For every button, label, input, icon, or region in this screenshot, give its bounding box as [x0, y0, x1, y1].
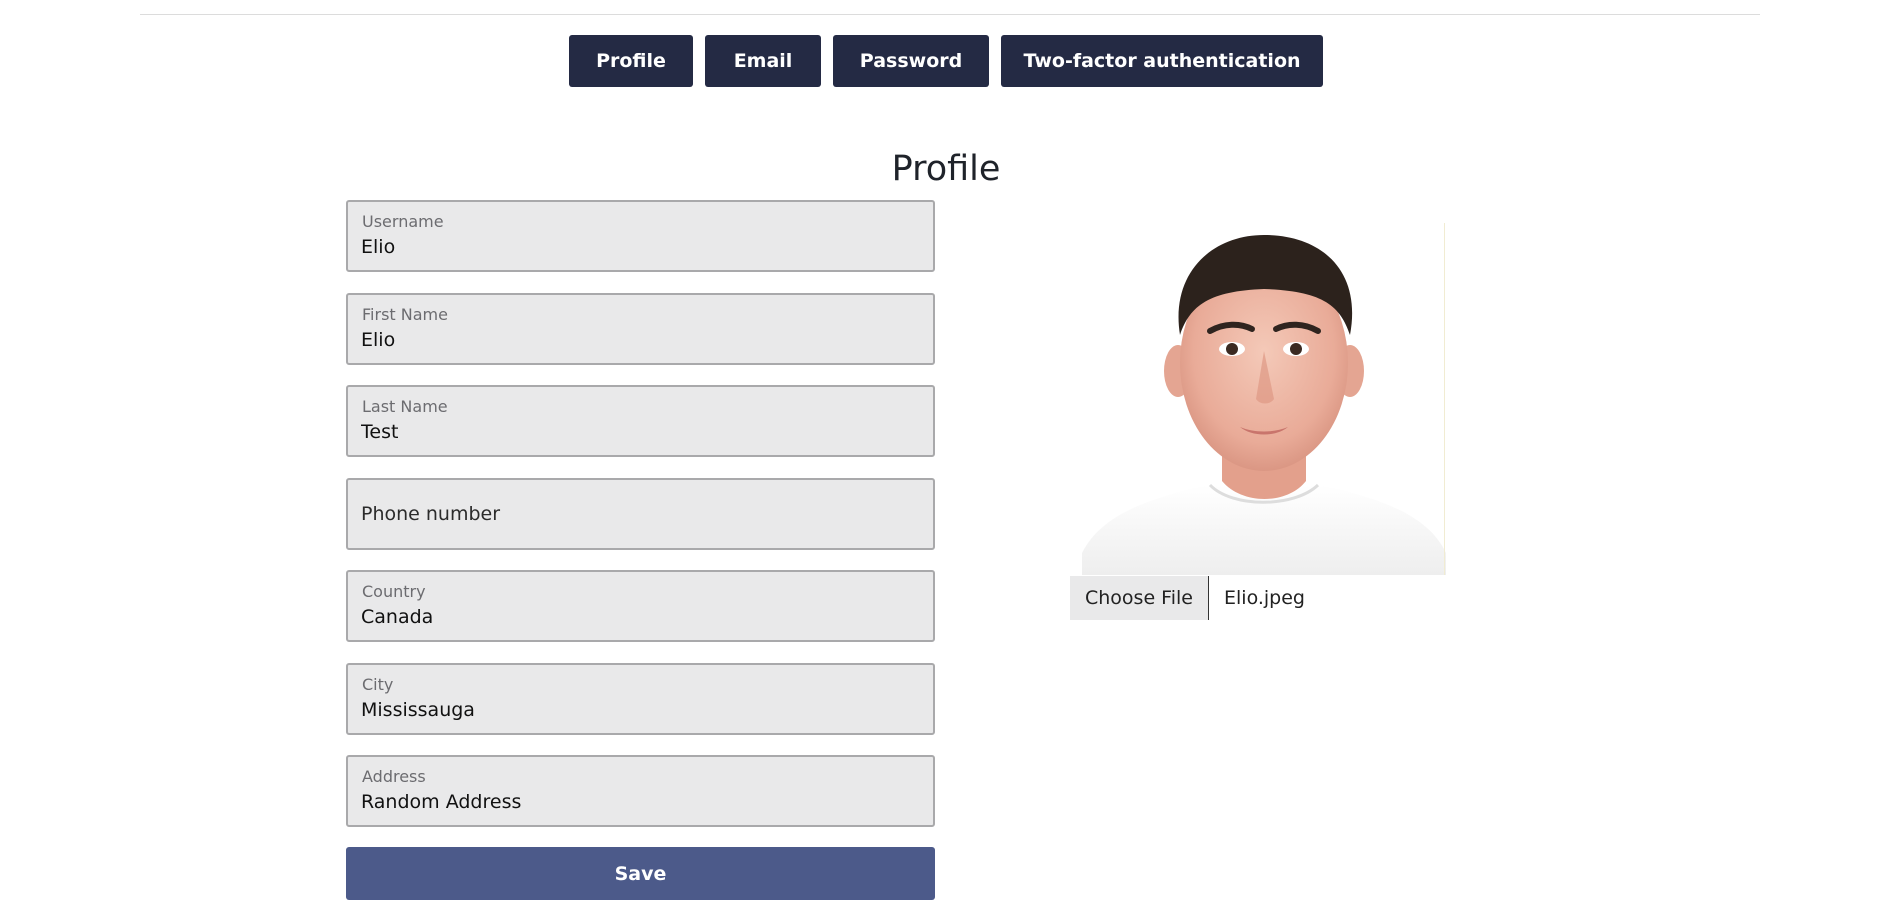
- username-input[interactable]: [361, 236, 916, 258]
- choose-file-button[interactable]: Choose File: [1070, 576, 1209, 620]
- page-title: Profile: [891, 149, 1001, 189]
- address-label: Address: [362, 767, 426, 786]
- city-input[interactable]: [361, 698, 916, 721]
- tab-profile[interactable]: Profile: [569, 35, 693, 87]
- first-name-field: First Name: [346, 292, 935, 365]
- country-input[interactable]: [361, 606, 916, 628]
- address-field: Address: [346, 755, 935, 827]
- settings-tabs: Profile Email Password Two-factor authen…: [0, 35, 1892, 87]
- city-label: City: [362, 674, 394, 694]
- file-input: Choose File Elio.jpeg: [1070, 576, 1305, 620]
- username-field: Username: [346, 200, 935, 272]
- profile-settings-page: Profile Email Password Two-factor authen…: [0, 0, 1892, 902]
- address-input[interactable]: [361, 791, 916, 813]
- tab-two-factor-authentication[interactable]: Two-factor authentication: [1001, 35, 1323, 87]
- save-button[interactable]: Save: [346, 847, 935, 900]
- profile-form: Username First Name Last Name Country Ci…: [346, 200, 935, 900]
- phone-number-field: [346, 477, 935, 550]
- city-field: City: [346, 662, 935, 735]
- profile-photo-image: [1082, 223, 1446, 575]
- tab-password[interactable]: Password: [833, 35, 989, 87]
- last-name-label: Last Name: [362, 397, 448, 416]
- username-label: Username: [362, 212, 444, 231]
- top-divider: [140, 14, 1760, 15]
- selected-file-name: Elio.jpeg: [1224, 587, 1305, 609]
- phone-number-input[interactable]: [361, 502, 916, 525]
- country-label: Country: [362, 582, 426, 601]
- country-field: Country: [346, 570, 935, 642]
- last-name-field: Last Name: [346, 385, 935, 457]
- tab-email[interactable]: Email: [705, 35, 821, 87]
- first-name-label: First Name: [362, 304, 448, 324]
- profile-photo: [1082, 223, 1446, 575]
- last-name-input[interactable]: [361, 421, 916, 443]
- first-name-input[interactable]: [361, 328, 916, 351]
